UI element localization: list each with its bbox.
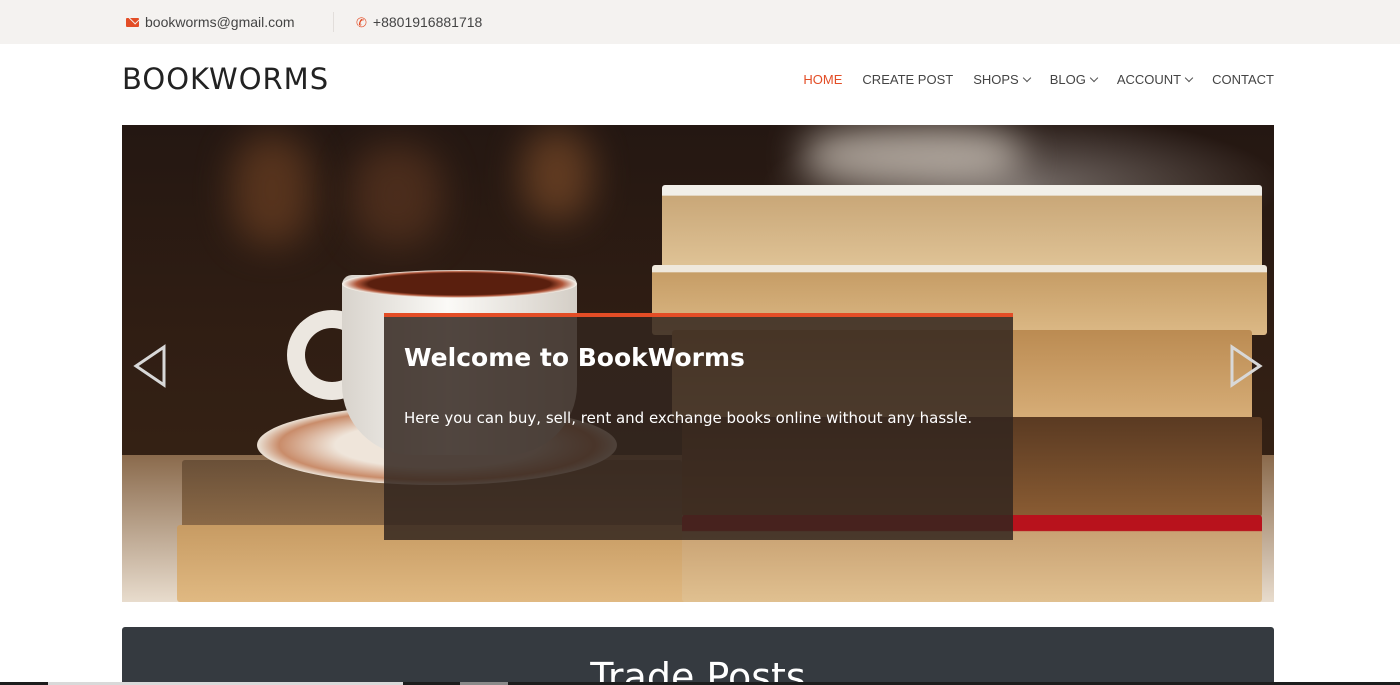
chevron-down-icon	[1089, 73, 1099, 82]
nav-home[interactable]: HOME	[803, 72, 842, 87]
trade-posts-section: Trade Posts	[122, 627, 1274, 685]
nav-contact[interactable]: CONTACT	[1212, 72, 1274, 87]
background-bokeh	[522, 130, 592, 220]
nav-shops[interactable]: SHOPS	[973, 72, 1031, 87]
contact-divider	[333, 12, 334, 32]
phone-icon: ✆	[356, 14, 367, 30]
hero-carousel: Welcome to BookWorms Here you can buy, s…	[122, 125, 1274, 602]
nav-create-post-label: CREATE POST	[862, 72, 954, 87]
trade-posts-title: Trade Posts	[590, 655, 806, 685]
nav-account-label: ACCOUNT	[1116, 72, 1182, 87]
main-nav: HOME CREATE POST SHOPS BLOG ACCOUNT CONT…	[803, 72, 1274, 87]
nav-shops-label: SHOPS	[973, 72, 1019, 87]
contact-email[interactable]: bookworms@gmail.com	[126, 14, 295, 30]
phone-text: +8801916881718	[372, 14, 483, 30]
hero-title: Welcome to BookWorms	[404, 343, 745, 372]
background-bokeh	[802, 125, 1022, 185]
book-image	[662, 185, 1262, 270]
chevron-left-icon	[133, 344, 166, 388]
chevron-right-icon	[1230, 344, 1263, 388]
background-bokeh	[352, 145, 442, 245]
nav-blog[interactable]: BLOG	[1049, 72, 1099, 87]
nav-blog-label: BLOG	[1049, 72, 1086, 87]
carousel-prev-button[interactable]	[130, 343, 170, 389]
background-bokeh	[232, 135, 312, 245]
site-logo[interactable]: BOOKWORMS	[122, 62, 329, 96]
carousel-caption: Welcome to BookWorms Here you can buy, s…	[384, 313, 1013, 540]
email-text: bookworms@gmail.com	[145, 14, 295, 30]
cup-rim-image	[342, 270, 577, 298]
nav-home-label: HOME	[803, 72, 843, 87]
chevron-down-icon	[1184, 73, 1194, 82]
nav-contact-label: CONTACT	[1212, 72, 1274, 87]
hero-text: Here you can buy, sell, rent and exchang…	[404, 409, 973, 427]
chevron-down-icon	[1022, 73, 1031, 82]
carousel-next-button[interactable]	[1226, 343, 1266, 389]
nav-account[interactable]: ACCOUNT	[1116, 72, 1194, 87]
nav-create-post[interactable]: CREATE POST	[862, 72, 953, 87]
top-contact-bar: bookworms@gmail.com ✆ +8801916881718	[0, 0, 1400, 44]
envelope-icon	[126, 17, 139, 27]
contact-phone[interactable]: ✆ +8801916881718	[356, 14, 482, 30]
